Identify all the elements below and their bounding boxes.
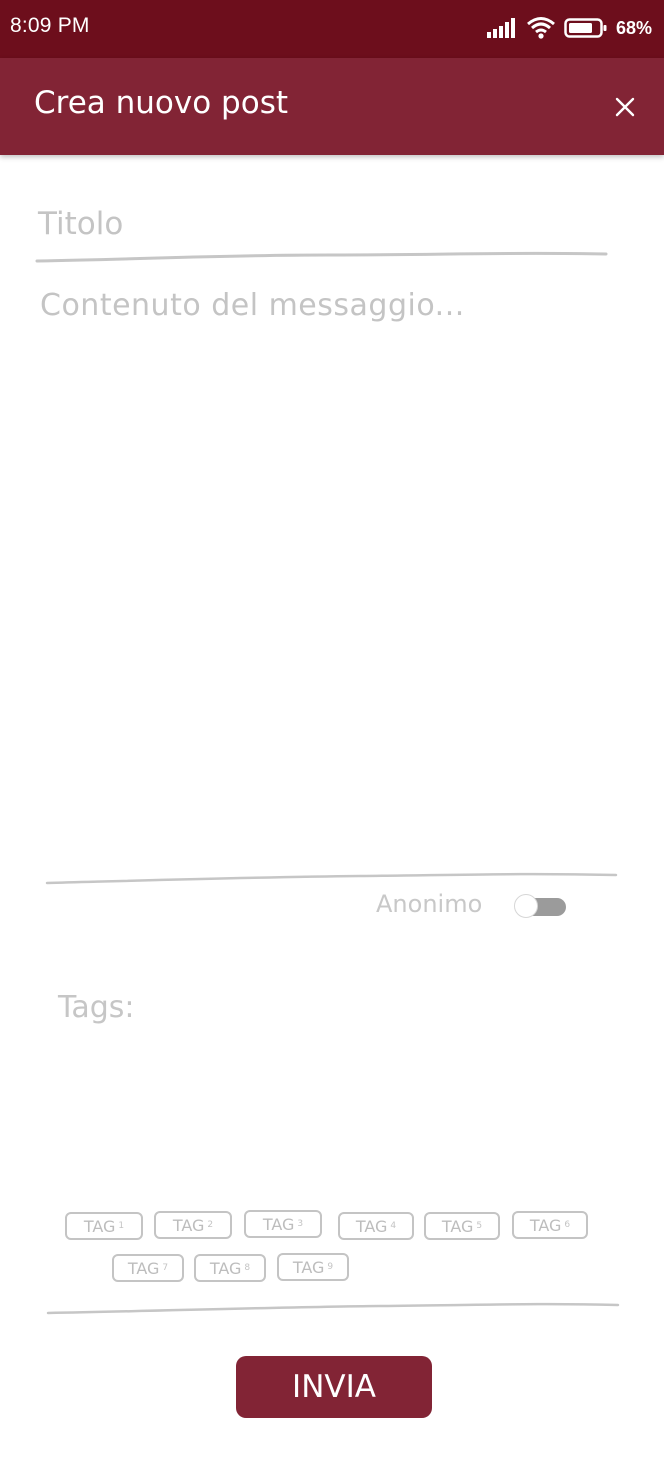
- battery-percent: 68%: [615, 17, 652, 38]
- tag-number: 6: [564, 1220, 571, 1230]
- battery-icon: [564, 18, 607, 38]
- tag-chip-5[interactable]: TAG 5: [424, 1212, 500, 1240]
- tag-chip-2[interactable]: TAG 2: [154, 1211, 232, 1239]
- tag-chip-9[interactable]: TAG 9: [277, 1253, 349, 1281]
- submit-button[interactable]: INVIA: [236, 1356, 432, 1418]
- anonymous-label: Anonimo: [376, 890, 483, 918]
- tag-chip-1[interactable]: TAG 1: [65, 1212, 143, 1240]
- tag-label: TAG: [172, 1215, 205, 1235]
- anonymous-toggle[interactable]: [514, 894, 568, 918]
- tag-label: TAG: [292, 1257, 325, 1277]
- status-time: 8:09 PM: [10, 14, 90, 37]
- tag-number: 8: [244, 1263, 251, 1273]
- app-bar: Crea nuovo post: [0, 58, 664, 155]
- close-icon: [615, 97, 635, 117]
- tag-number: 9: [327, 1262, 334, 1272]
- toggle-thumb: [514, 894, 538, 918]
- signal-icon: [486, 18, 515, 38]
- tag-number: 1: [118, 1221, 125, 1231]
- tag-label: TAG: [441, 1216, 474, 1236]
- tag-chip-6[interactable]: TAG 6: [512, 1211, 588, 1239]
- tag-label: TAG: [127, 1258, 160, 1278]
- tag-label: TAG: [355, 1216, 388, 1236]
- status-bar: 8:09 PM 68%: [0, 0, 664, 58]
- tag-chip-7[interactable]: TAG 7: [112, 1254, 184, 1282]
- tag-label: TAG: [529, 1215, 562, 1235]
- page-title: Crea nuovo post: [34, 85, 289, 121]
- title-input[interactable]: Titolo: [38, 206, 123, 242]
- tag-number: 7: [162, 1263, 169, 1273]
- tag-number: 3: [297, 1219, 304, 1229]
- wifi-icon: [527, 17, 555, 39]
- tag-label: TAG: [83, 1216, 116, 1236]
- tag-chip-8[interactable]: TAG 8: [194, 1254, 266, 1282]
- tag-number: 4: [390, 1221, 397, 1231]
- close-button[interactable]: [614, 96, 636, 118]
- tag-chip-4[interactable]: TAG 4: [338, 1212, 414, 1240]
- tag-chip-3[interactable]: TAG 3: [244, 1210, 322, 1238]
- status-icons: 68%: [486, 13, 652, 43]
- tag-number: 2: [207, 1220, 214, 1230]
- tags-label: Tags:: [58, 990, 135, 1025]
- tag-number: 5: [476, 1221, 483, 1231]
- tag-label: TAG: [262, 1214, 295, 1234]
- tag-label: TAG: [209, 1258, 242, 1278]
- content-textarea[interactable]: Contenuto del messaggio...: [40, 288, 465, 323]
